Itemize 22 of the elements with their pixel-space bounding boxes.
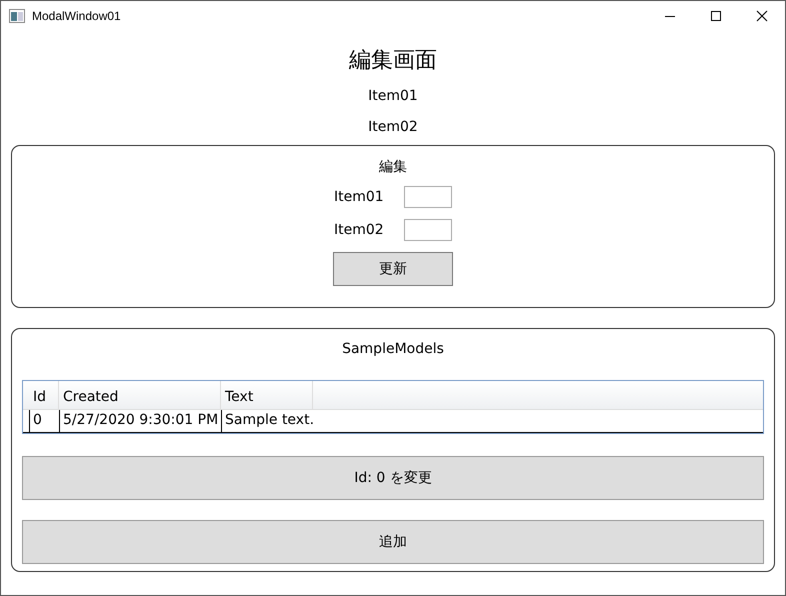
field-label: Item01: [334, 189, 385, 205]
close-icon: [756, 10, 768, 22]
item-label: Item01: [368, 87, 418, 106]
column-header[interactable]: Id: [29, 381, 59, 409]
page-heading: 編集画面: [349, 47, 437, 75]
action-button[interactable]: Id: 0 を変更: [22, 456, 764, 500]
field-label: Item02: [334, 222, 385, 238]
input-field[interactable]: [404, 186, 452, 208]
update-button[interactable]: 更新: [333, 252, 453, 286]
column-header[interactable]: Text: [221, 381, 313, 409]
table-cell: 5/27/2020 9:30:01 PM: [59, 410, 221, 432]
item-label: Item02: [368, 118, 418, 137]
panel-title: 編集: [379, 158, 407, 177]
input-field[interactable]: [404, 219, 452, 241]
table-cell: Sample text.: [221, 410, 313, 432]
panel-title: SampleModels: [342, 341, 444, 359]
window-title: ModalWindow01: [32, 9, 121, 23]
action-button[interactable]: 追加: [22, 520, 764, 564]
window-icon: [9, 9, 25, 23]
table-cell: 0: [29, 410, 59, 432]
maximize-icon: [710, 10, 722, 22]
column-header[interactable]: Created: [59, 381, 221, 409]
